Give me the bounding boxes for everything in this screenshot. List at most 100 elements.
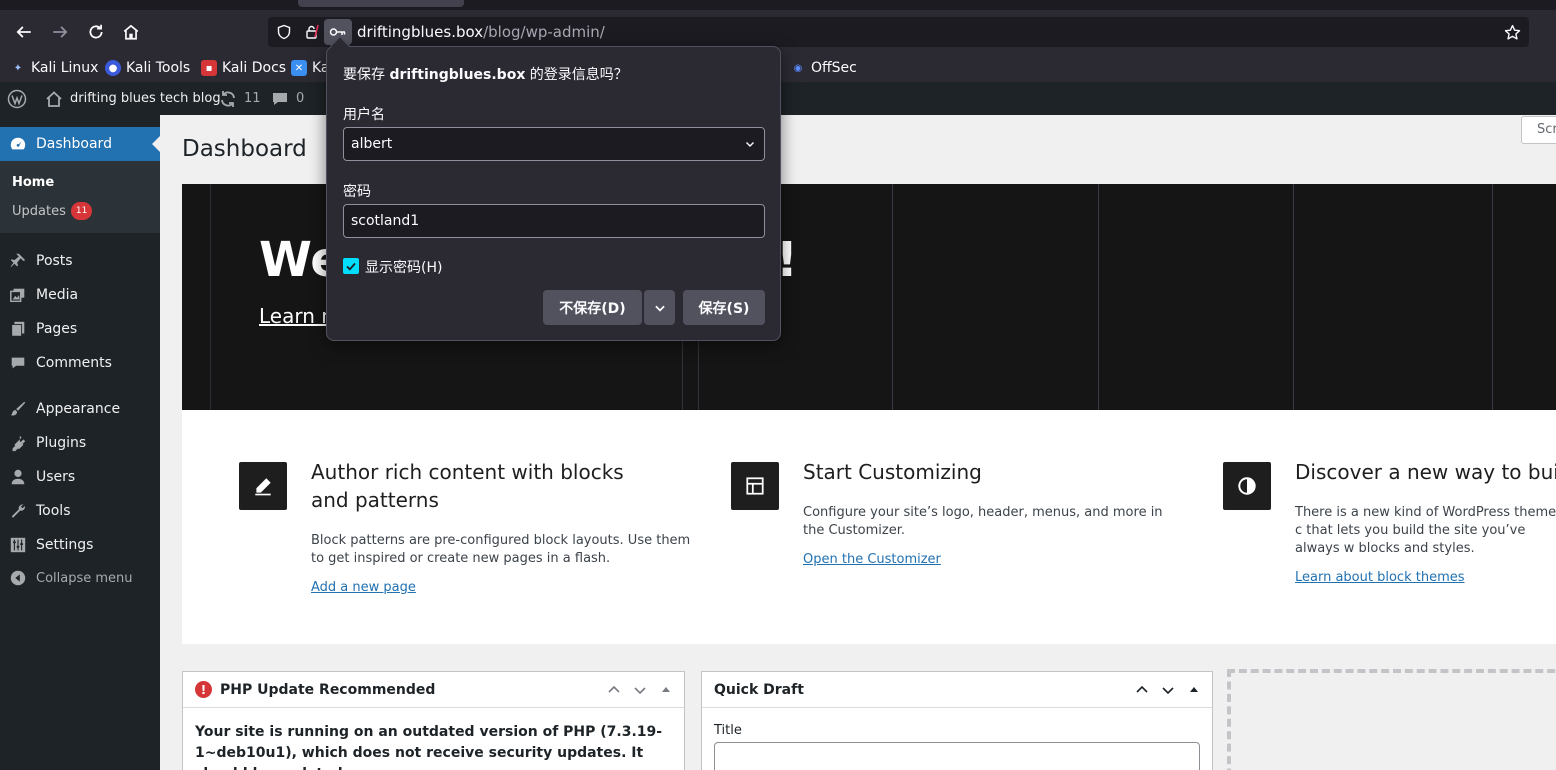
add-new-page-link[interactable]: Add a new page	[311, 580, 416, 595]
menu-item-appearance[interactable]: Appearance	[0, 392, 160, 426]
wp-logo-button[interactable]	[7, 82, 27, 115]
menu-label: Posts	[36, 253, 73, 269]
bookmark-label: Kali Tools	[126, 60, 191, 76]
back-button[interactable]	[8, 16, 40, 48]
username-value: albert	[351, 136, 393, 152]
popup-title: 要保存 driftingblues.box 的登录信息吗？	[343, 64, 628, 84]
move-up-chevron-icon[interactable]	[604, 680, 624, 700]
chevron-down-icon	[744, 128, 756, 160]
menu-label: Comments	[36, 355, 112, 371]
submenu-home[interactable]: Home	[12, 175, 54, 190]
menu-label: Appearance	[36, 401, 121, 417]
move-down-chevron-icon[interactable]	[1158, 680, 1178, 700]
arrow-left-icon	[16, 26, 31, 38]
layout-icon	[731, 462, 779, 510]
collapse-menu-button[interactable]: Collapse menu	[0, 561, 160, 595]
kali-dragon-icon: ✦	[13, 62, 23, 74]
admin-menu-sidebar: Dashboard Home Updates 11 Posts Media Pa…	[0, 115, 160, 770]
show-password-label[interactable]: 显示密码(H)	[365, 257, 442, 277]
bookmark-star-icon[interactable]	[1502, 17, 1522, 47]
draft-title-input[interactable]	[714, 742, 1200, 770]
open-customizer-link[interactable]: Open the Customizer	[803, 552, 941, 567]
reload-button[interactable]	[80, 16, 112, 48]
menu-item-tools[interactable]: Tools	[0, 494, 160, 528]
dashboard-gauge-icon	[0, 135, 36, 153]
updates-refresh-icon	[221, 90, 235, 107]
toggle-panel-triangle-icon[interactable]	[656, 680, 676, 700]
show-password-checkbox[interactable]	[343, 258, 359, 274]
bookmark-label: Kali Docs	[222, 60, 287, 76]
menu-item-dashboard[interactable]: Dashboard	[0, 127, 160, 161]
menu-item-pages[interactable]: Pages	[0, 312, 160, 346]
alert-exclamation-icon: !	[195, 681, 212, 698]
submenu-label: Home	[12, 175, 55, 190]
move-up-chevron-icon[interactable]	[1132, 680, 1152, 700]
updates-badge: 11	[70, 202, 93, 220]
menu-item-comments[interactable]: Comments	[0, 346, 160, 380]
kali-tools-icon: ●	[105, 60, 121, 76]
paintbrush-icon	[0, 400, 36, 418]
bookmark-label: OffSec	[811, 60, 857, 76]
site-name-link[interactable]: drifting blues tech blog	[44, 82, 221, 115]
menu-item-users[interactable]: Users	[0, 460, 160, 494]
draft-title-label: Title	[714, 723, 742, 738]
browser-tab-strip	[0, 0, 1556, 10]
comments-link[interactable]: 0	[270, 82, 304, 115]
kali-forums-icon: ✕	[291, 60, 307, 76]
password-value: scotland1	[351, 213, 420, 229]
bookmark-offsec[interactable]: ◉ OffSec	[790, 57, 857, 79]
url-text[interactable]: driftingblues.box/blog/wp-admin/	[357, 17, 605, 47]
home-icon	[46, 90, 62, 107]
menu-label: Users	[36, 469, 76, 485]
welcome-column-heading: Discover a new way to build y	[1295, 460, 1556, 484]
bookmark-kali-tools[interactable]: ● Kali Tools	[105, 57, 190, 79]
toggle-panel-triangle-icon[interactable]	[1184, 680, 1204, 700]
welcome-column-text: Configure your site’s logo, header, menu…	[803, 505, 1163, 538]
save-button[interactable]: 保存(S)	[683, 290, 765, 325]
password-field[interactable]: scotland1	[343, 204, 765, 238]
password-label: 密码	[343, 184, 371, 200]
menu-item-plugins[interactable]: Plugins	[0, 426, 160, 460]
menu-label: Settings	[36, 537, 94, 553]
popup-title-suffix: 的登录信息吗？	[525, 67, 628, 83]
kali-docs-icon: ▪	[201, 60, 217, 76]
tracking-protection-shield-icon[interactable]	[274, 17, 294, 47]
site-name: drifting blues tech blog	[70, 91, 221, 106]
postbox-title: Quick Draft	[714, 681, 804, 698]
move-down-chevron-icon[interactable]	[630, 680, 650, 700]
popup-title-prefix: 要保存	[343, 67, 390, 83]
postbox-header: ! PHP Update Recommended	[183, 672, 684, 708]
menu-item-settings[interactable]: Settings	[0, 528, 160, 562]
home-button[interactable]	[115, 16, 147, 48]
insecure-lock-icon[interactable]	[302, 17, 322, 47]
bookmark-kali-docs[interactable]: ▪ Kali Docs	[201, 57, 286, 79]
active-tab[interactable]	[298, 0, 464, 7]
updates-link[interactable]: 11	[218, 82, 261, 115]
arrow-right-icon	[53, 26, 68, 38]
url-bar[interactable]: driftingblues.box/blog/wp-admin/	[268, 17, 1529, 47]
learn-block-themes-link[interactable]: Learn about block themes	[1295, 570, 1465, 585]
forward-button[interactable]	[44, 16, 76, 48]
dont-save-menu-button[interactable]	[644, 290, 675, 325]
menu-item-posts[interactable]: Posts	[0, 244, 160, 278]
username-dropdown[interactable]: albert	[343, 127, 765, 161]
welcome-column-text: Block patterns are pre-configured block …	[311, 533, 691, 566]
bookmark-kali-linux[interactable]: ✦ Kali Linux	[10, 57, 99, 79]
dashboard-submenu: Home Updates 11	[0, 161, 160, 233]
url-path: /blog/wp-admin/	[483, 23, 605, 41]
wrench-icon	[0, 502, 36, 520]
bookmark-kali-forums[interactable]: ✕ Ka	[291, 57, 330, 79]
postbox-controls	[1132, 672, 1204, 708]
menu-label: Dashboard	[36, 136, 112, 152]
menu-label: Pages	[36, 321, 78, 337]
menu-label: Media	[36, 287, 79, 303]
popup-title-host: driftingblues.box	[389, 67, 526, 83]
quick-draft-postbox: Quick Draft Title	[701, 671, 1213, 770]
submenu-updates[interactable]: Updates 11	[12, 202, 93, 220]
page-title: Dashboard	[182, 136, 307, 162]
menu-item-media[interactable]: Media	[0, 278, 160, 312]
empty-postbox-drop-zone[interactable]	[1227, 669, 1556, 770]
dont-save-button[interactable]: 不保存(D)	[543, 290, 642, 325]
screen-options-button[interactable]: Scr	[1521, 116, 1556, 144]
menu-label: Plugins	[36, 435, 87, 451]
